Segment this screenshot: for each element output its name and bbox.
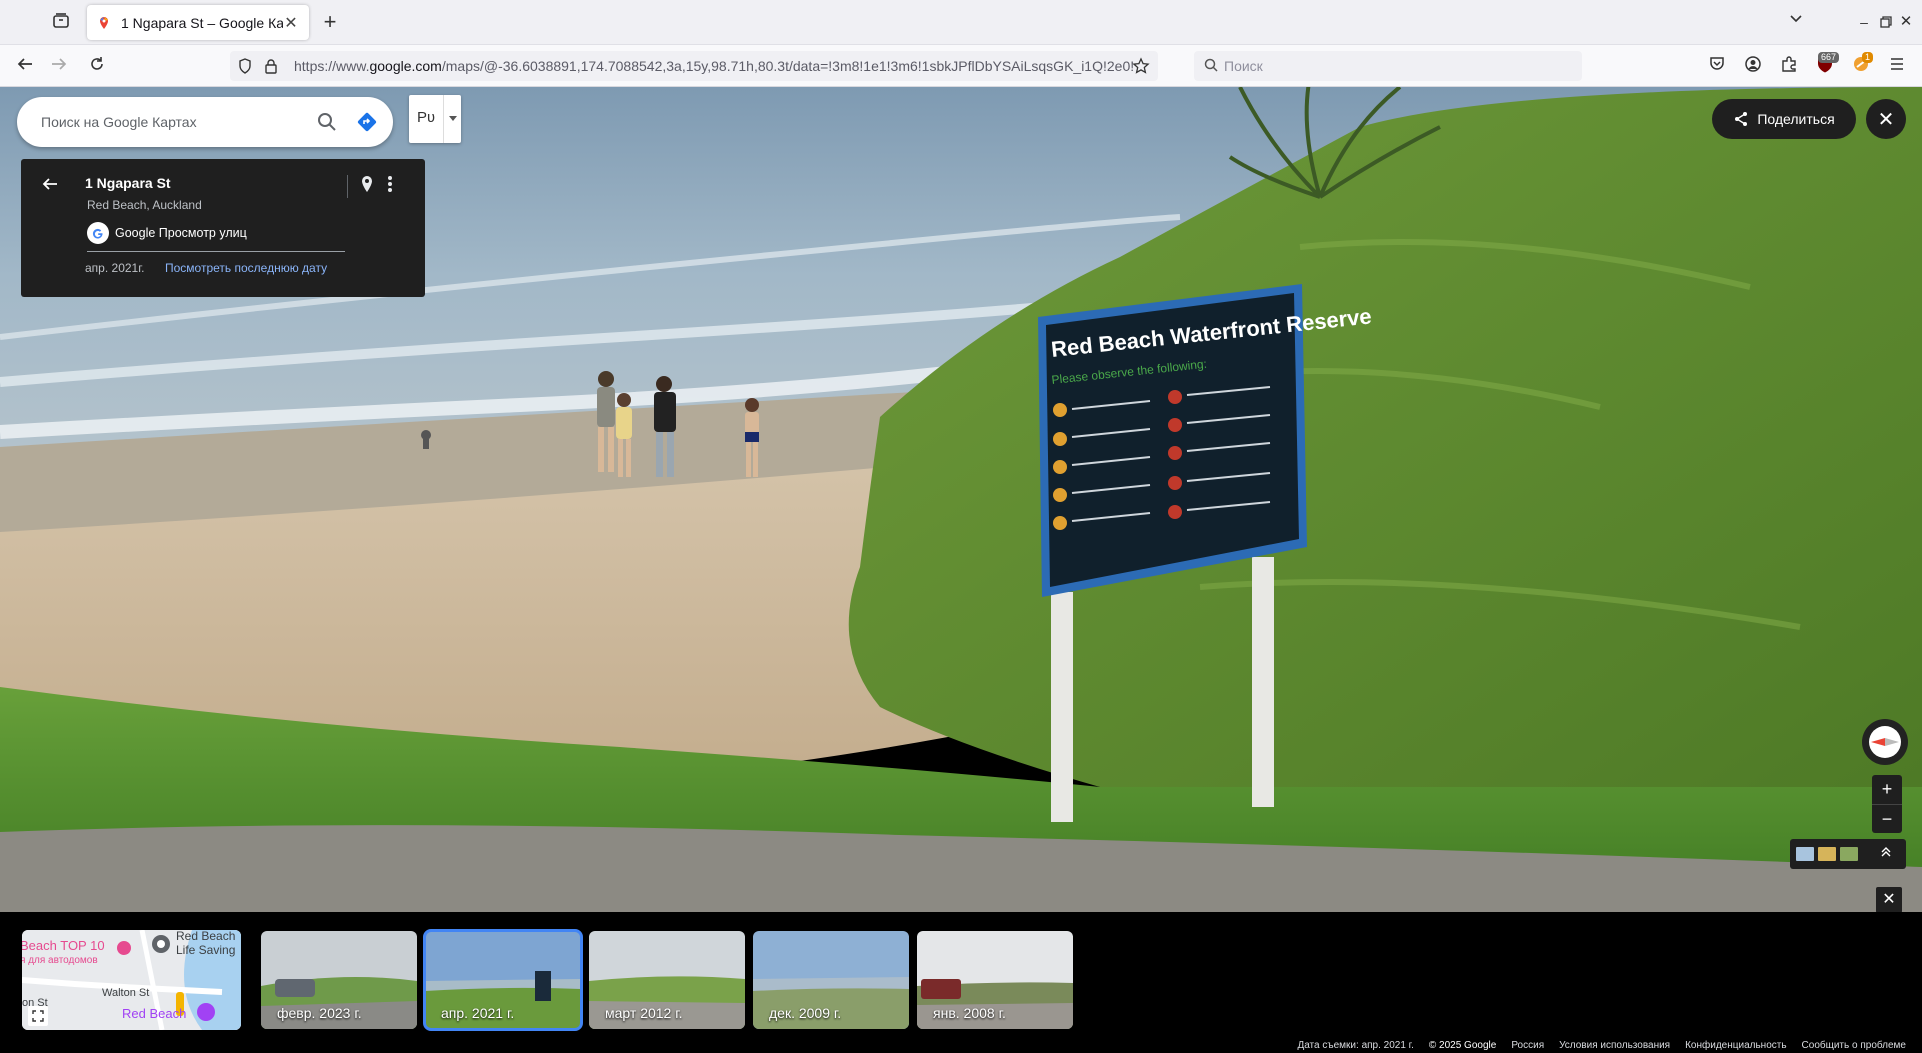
pin-icon[interactable] [347,175,374,198]
timeline-date: февр. 2023 г. [277,1005,362,1021]
maps-footer: Дата съемки: апр. 2021 г. © 2025 Google … [1297,1040,1906,1051]
timeline-thumb[interactable]: февр. 2023 г. [261,931,417,1029]
capture-date-footer: Дата съемки: апр. 2021 г. [1297,1040,1414,1051]
street-view-source: Google Просмотр улиц [87,222,247,244]
compass-control[interactable] [1862,719,1908,765]
close-icon: ✕ [1882,891,1896,908]
tracking-shield-icon[interactable] [238,58,260,74]
timeline-date: март 2012 г. [605,1005,683,1021]
capture-date: апр. 2021г. [85,261,145,275]
poi-label: Life Saving [176,943,235,957]
lock-icon[interactable] [264,58,288,74]
zoom-control: + − [1872,775,1902,833]
layer-thumb[interactable] [1818,847,1836,861]
back-arrow-icon[interactable] [14,55,36,77]
timeline-date: апр. 2021 г. [441,1005,515,1021]
window-close-icon[interactable]: ✕ [1898,12,1914,32]
url-path: /maps/@-36.6038891,174.7088542,3a,15y,98… [441,58,1134,74]
poi-label: Beach TOP 10 [22,938,105,953]
tab-close-icon[interactable]: ✕ [283,13,299,33]
sign-post-right [1252,557,1274,807]
zoom-out-button[interactable]: − [1872,804,1902,833]
browser-search-field[interactable]: Поиск [1194,51,1582,81]
privacy-link[interactable]: Конфиденциальность [1685,1040,1786,1051]
maps-search-placeholder: Поиск на Google Картах [41,114,197,130]
share-icon [1735,112,1748,126]
copyright: © 2025 Google [1428,1040,1497,1051]
close-icon: ✕ [1877,108,1895,131]
expand-up-icon[interactable] [1880,845,1892,863]
street-view-label: Google Просмотр улиц [115,226,247,240]
browser-search-placeholder: Поиск [1224,58,1263,74]
back-arrow-icon[interactable] [41,175,59,198]
ublock-badge-count: 667 [1818,52,1840,63]
map-layer-toggle[interactable]: Рʋ [409,95,461,143]
see-latest-date-link[interactable]: Посмотреть последнюю дату [165,261,327,275]
account-icon[interactable] [1742,55,1764,77]
locality-text: Red Beach, Auckland [87,198,202,212]
maps-search-box[interactable]: Поиск на Google Картах [17,97,393,147]
forward-arrow-icon[interactable] [48,55,70,77]
share-label: Поделиться [1757,111,1835,127]
browser-tab-bar: 1 Ngapara St – Google Картs ✕ + – ✕ [0,0,1922,45]
poi-label: Red Beach [122,1006,186,1021]
mini-map-canvas[interactable]: Beach TOP 10 я для автодомов Red Beach L… [22,930,241,1030]
street-label: Walton St [102,987,149,999]
close-street-view-button[interactable]: ✕ [1866,99,1906,139]
close-timeline-button[interactable]: ✕ [1876,887,1902,912]
expand-map-icon[interactable] [28,1006,48,1026]
pocket-icon[interactable] [1706,55,1728,77]
reload-icon[interactable] [86,55,108,77]
browser-nav-bar: https://www.google.com/maps/@-36.6038891… [0,45,1922,87]
info-divider [87,251,345,252]
chevron-down-icon[interactable] [443,95,461,143]
layer-thumb[interactable] [1840,847,1858,861]
location-info-card: 1 Ngapara St Red Beach, Auckland Google … [21,159,425,297]
google-g-icon [87,222,109,244]
terms-link[interactable]: Условия использования [1559,1040,1670,1051]
timeline-thumb[interactable]: янв. 2008 г. [917,931,1073,1029]
report-problem-link[interactable]: Сообщить о проблеме [1802,1040,1906,1051]
directions-icon[interactable] [347,102,387,142]
window-minimize-icon[interactable]: – [1856,12,1872,32]
hamburger-menu-icon[interactable] [1886,55,1908,77]
extensions-puzzle-icon[interactable] [1778,55,1800,77]
url-prefix: https://www. [294,58,370,74]
search-icon [1204,58,1218,75]
timeline-thumb[interactable]: март 2012 г. [589,931,745,1029]
poi-label: Red Beach [176,930,235,943]
address-title: 1 Ngapara St [85,175,171,191]
timeline-date: дек. 2009 г. [769,1005,842,1021]
url-domain: google.com [369,58,442,74]
search-icon[interactable] [307,102,347,142]
street-view-viewport[interactable]: Red Beach Waterfront Reserve Please obse… [0,87,1922,912]
time-travel-strip: Beach TOP 10 я для автодомов Red Beach L… [0,912,1922,1053]
tab-overview-icon[interactable] [50,12,72,34]
layer-label: Рʋ [417,109,436,126]
poi-sublabel: я для автодомов [22,955,98,966]
url-bar[interactable]: https://www.google.com/maps/@-36.6038891… [230,51,1158,81]
zoom-in-button[interactable]: + [1872,775,1902,804]
layer-thumb[interactable] [1796,847,1814,861]
timeline-thumb[interactable]: дек. 2009 г. [753,931,909,1029]
timeline-thumb-selected[interactable]: апр. 2021 г. [423,929,583,1031]
compass-icon [1869,726,1901,758]
browser-tab-active[interactable]: 1 Ngapara St – Google Картs ✕ [87,5,309,40]
timeline-date: янв. 2008 г. [933,1005,1006,1021]
sign-post-left [1051,592,1073,822]
extension-badge-count: 1 [1862,52,1874,63]
imagery-layers-control[interactable] [1790,839,1906,869]
window-restore-icon[interactable] [1878,12,1894,32]
country-link[interactable]: Россия [1511,1040,1544,1051]
tab-list-chevron-down-icon[interactable] [1784,10,1808,30]
google-maps-favicon-icon [100,16,108,29]
bookmark-star-icon[interactable] [1132,57,1150,78]
tab-title: 1 Ngapara St – Google Картs [121,14,283,31]
new-tab-icon[interactable]: + [320,11,340,33]
share-button[interactable]: Поделиться [1712,99,1856,139]
mini-map[interactable]: Beach TOP 10 я для автодомов Red Beach L… [22,930,241,1030]
more-vert-icon[interactable] [387,175,393,198]
